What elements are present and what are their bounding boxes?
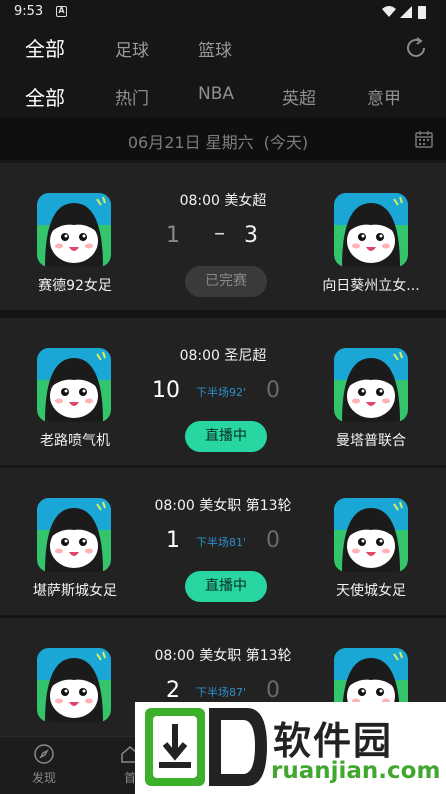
home-score: 2 — [166, 678, 180, 703]
away-team-logo — [334, 348, 408, 422]
notification-icon: A — [56, 6, 67, 17]
nav-discover[interactable]: 发现 — [14, 741, 74, 786]
away-score: 0 — [266, 678, 280, 703]
match-minute: 下半场87' — [196, 686, 247, 699]
refresh-icon[interactable] — [404, 36, 428, 60]
battery-icon — [418, 6, 426, 19]
subtab-serie-a[interactable]: 意甲 — [367, 84, 401, 109]
live-button[interactable]: 直播中 — [185, 571, 267, 602]
home-team-name: 老路喷气机 — [40, 433, 110, 449]
away-score: 0 — [266, 528, 280, 553]
match-card[interactable]: 赛德92女足 08:00 美女超 1 – 3 已完赛 向日葵州立女... — [0, 163, 446, 310]
away-score: 0 — [266, 378, 280, 403]
home-team-name: 赛德92女足 — [38, 278, 112, 294]
live-button[interactable]: 直播中 — [185, 421, 267, 452]
tab-basketball[interactable]: 篮球 — [198, 36, 232, 61]
score-separator: – — [214, 221, 225, 246]
match-status-button[interactable]: 已完赛 — [185, 266, 267, 297]
date-label[interactable]: 06月21日 星期六 (今天) — [0, 129, 446, 153]
calendar-icon[interactable] — [414, 129, 434, 149]
status-time: 9:53 — [14, 4, 44, 19]
subtab-premier-league[interactable]: 英超 — [282, 84, 316, 109]
status-bar: 9:53 A — [0, 0, 446, 24]
home-score: 1 — [166, 528, 180, 553]
watermark-logo — [145, 708, 267, 786]
compass-icon — [34, 744, 54, 764]
signal-icon — [400, 6, 412, 18]
subtab-hot[interactable]: 热门 — [115, 84, 149, 109]
wifi-icon — [382, 6, 396, 17]
match-card[interactable]: 老路喷气机 08:00 圣尼超 10 下半场92' 0 直播中 曼塔普联合 — [0, 318, 446, 465]
home-score: 1 — [166, 223, 180, 248]
match-league: 08:00 美女职 第13轮 — [154, 648, 292, 664]
match-league: 08:00 美女超 — [179, 193, 267, 209]
match-minute: 下半场92' — [196, 386, 247, 399]
tab-all[interactable]: 全部 — [25, 33, 65, 62]
home-score: 10 — [152, 378, 180, 403]
watermark-text: 软件园 — [273, 719, 394, 763]
today-text: (今天) — [263, 133, 309, 152]
home-team-name: 堪萨斯城女足 — [33, 583, 117, 599]
match-league: 08:00 美女职 第13轮 — [154, 498, 292, 514]
subtab-all[interactable]: 全部 — [25, 82, 65, 111]
status-icons — [382, 6, 426, 19]
subtab-nba[interactable]: NBA — [198, 84, 234, 104]
tab-football[interactable]: 足球 — [115, 36, 149, 61]
away-team-name: 向日葵州立女... — [322, 278, 420, 294]
away-team-logo — [334, 498, 408, 572]
date-bar: 06月21日 星期六 (今天) — [0, 118, 446, 160]
home-team-logo — [37, 193, 111, 267]
match-minute: 下半场81' — [196, 536, 247, 549]
home-team-logo — [37, 348, 111, 422]
top-tab-bar: 全部 足球 篮球 — [0, 28, 446, 68]
away-team-name: 天使城女足 — [336, 583, 406, 599]
home-team-logo — [37, 498, 111, 572]
watermark-url: ruanjian.com — [271, 758, 441, 784]
sub-tab-bar: 全部 热门 NBA 英超 意甲 — [0, 76, 446, 116]
away-team-name: 曼塔普联合 — [336, 433, 406, 449]
watermark: 软件园 ruanjian.com — [135, 702, 446, 794]
match-league: 08:00 圣尼超 — [179, 348, 267, 364]
match-card[interactable]: 堪萨斯城女足 08:00 美女职 第13轮 1 下半场81' 0 直播中 天使城… — [0, 468, 446, 615]
home-team-logo — [37, 648, 111, 722]
date-text: 06月21日 星期六 — [127, 133, 254, 152]
nav-discover-label: 发现 — [31, 771, 56, 785]
away-team-logo — [334, 193, 408, 267]
away-score: 3 — [244, 223, 258, 248]
